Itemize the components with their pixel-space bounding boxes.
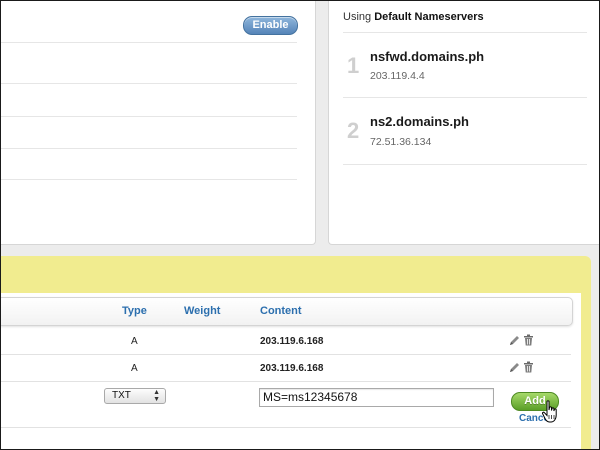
row-divider [1,354,571,355]
column-header-type[interactable]: Type [122,305,147,317]
nameserver-ip: 203.119.4.4 [370,70,425,82]
record-content: 203.119.6.168 [260,336,324,347]
divider [1,116,297,117]
divider [343,97,587,98]
nameserver-ip: 72.51.36.134 [370,136,432,148]
heading-prefix: Using [343,11,372,23]
trash-icon[interactable] [523,361,534,373]
column-header-content[interactable]: Content [260,305,302,317]
nameserver-name: nsfwd.domains.ph [370,49,485,64]
dnssec-panel: Enable [1,1,316,245]
pencil-icon[interactable] [509,362,520,373]
record-content: 203.119.6.168 [260,363,324,374]
column-header-weight[interactable]: Weight [184,305,220,317]
pencil-icon[interactable] [509,335,520,346]
nameserver-name: ns2.domains.ph [370,114,469,129]
app-window: Enable Using Default Nameservers 1 nsfwd… [0,0,600,450]
nameservers-panel: Using Default Nameservers 1 nsfwd.domain… [328,1,599,245]
divider [1,83,297,84]
enable-button[interactable]: Enable [243,16,298,35]
divider [343,164,587,165]
row-divider [1,381,571,382]
divider [1,179,297,180]
record-type-value: TXT [112,390,131,401]
divider [1,148,297,149]
nameserver-index: 2 [347,118,360,143]
record-type-select[interactable]: TXT ▲ ▼ [104,388,166,404]
divider [1,42,297,43]
record-type: A [131,363,138,374]
select-arrows-icon: ▲ ▼ [153,389,160,403]
nameserver-index: 1 [347,53,360,78]
hand-cursor-icon [542,400,557,423]
heading-bold: Default Nameservers [374,11,484,23]
row-divider [1,427,571,428]
trash-icon[interactable] [523,334,534,346]
divider [343,32,587,33]
record-content-input[interactable]: MS=ms12345678 [259,388,494,407]
record-type: A [131,336,138,347]
nameservers-heading: Using Default Nameservers [343,11,484,23]
